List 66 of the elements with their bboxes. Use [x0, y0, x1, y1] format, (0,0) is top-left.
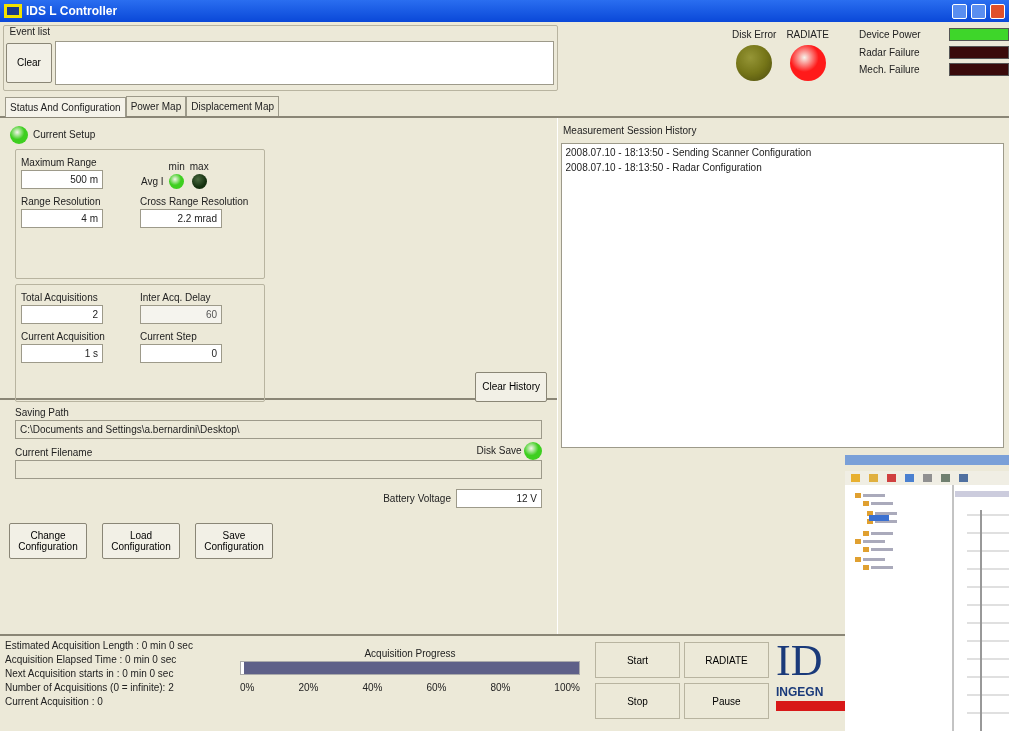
status-text: Current Acquisition : 0	[5, 694, 104, 709]
config-button[interactable]: Save Configuration	[195, 522, 273, 559]
status-text: Acquisition Elapsed Time : 0 min 0 sec	[5, 652, 178, 667]
led-label: min	[168, 159, 185, 174]
group-label: Event list	[9, 24, 51, 39]
field-label: Range Resolution	[21, 194, 102, 209]
window-title: IDS L Controller	[26, 3, 119, 20]
maximize-button[interactable]	[971, 3, 986, 19]
field-label: Cross Range Resolution	[140, 194, 250, 209]
tick-label: 100%	[554, 681, 580, 695]
setup-label: Current Setup	[33, 128, 96, 142]
status-text: Estimated Acquisition Length : 0 min 0 sec	[5, 638, 194, 653]
progress-label: Acquisition Progress	[363, 647, 457, 661]
field-label: Current Acquisition	[21, 329, 106, 344]
value-field[interactable]: 0	[140, 343, 222, 363]
led-label: max	[189, 159, 209, 174]
logo-text: ID	[776, 638, 824, 683]
tick-label: 60%	[426, 681, 447, 695]
value-field[interactable]: 500 m	[21, 169, 103, 189]
avg-label: Avg I	[141, 174, 164, 189]
logo-bar	[776, 700, 846, 711]
value-field[interactable]: 4 m	[21, 208, 103, 228]
tick-label: 20%	[298, 681, 319, 695]
value-field[interactable]: 2.2 mrad	[140, 208, 222, 228]
app-icon	[4, 4, 22, 18]
close-button[interactable]	[990, 3, 1005, 19]
field-label: Inter Acq. Delay	[140, 290, 212, 305]
tick-label: 40%	[362, 681, 383, 695]
clear-button[interactable]: Clear	[6, 42, 52, 83]
action-button[interactable]: Start	[595, 642, 680, 678]
field-label: Current Step	[140, 329, 198, 344]
value-field[interactable]: 2	[21, 304, 103, 324]
status-text: Number of Acquisitions (0 = infinite): 2	[5, 680, 175, 695]
tick-label: 80%	[490, 681, 511, 695]
event-list-field[interactable]	[54, 40, 554, 85]
led-label: Disk Save	[476, 444, 522, 458]
action-button[interactable]: Stop	[595, 683, 680, 719]
field-label: Battery Voltage	[383, 491, 451, 506]
status-label: Mech. Failure	[859, 63, 920, 77]
path-field[interactable]: C:\Documents and Settings\a.bernardini\Desktop\	[15, 420, 542, 439]
group-label: Measurement Session History	[563, 124, 698, 138]
lamp-label: RADIATE	[786, 28, 829, 42]
logo-subtitle: INGEGN	[776, 683, 825, 701]
clear-history-button[interactable]: Clear History	[475, 371, 547, 402]
field-label: Total Acquisitions	[21, 290, 99, 305]
tab[interactable]: Status And Configuration	[5, 97, 126, 117]
tab[interactable]: Displacement Map	[186, 96, 280, 116]
tick-label: 0%	[240, 681, 255, 695]
value-field[interactable]: 12 V	[456, 488, 542, 508]
field-label: Saving Path	[15, 406, 70, 420]
config-button[interactable]: Load Configuration	[102, 522, 180, 559]
action-button[interactable]: RADIATE	[684, 642, 769, 678]
status-label: Radar Failure	[859, 45, 920, 60]
status-label: Device Power	[859, 28, 921, 42]
lamp-label: Disk Error	[731, 28, 777, 42]
log-line: 2008.07.10 - 18:13:50 - Sending Scanner Configuration	[565, 146, 813, 160]
field-label: Current Filename	[15, 445, 93, 460]
filename-field[interactable]	[15, 459, 542, 479]
value-field[interactable]: 1 s	[21, 343, 103, 363]
minimize-button[interactable]	[952, 3, 967, 19]
config-button[interactable]: Change Configuration	[9, 522, 87, 559]
field-label: Maximum Range	[21, 155, 98, 170]
log-line: 2008.07.10 - 18:13:50 - Radar Configuration	[565, 161, 763, 175]
tab[interactable]: Power Map	[125, 96, 187, 116]
action-button[interactable]: Pause	[684, 683, 769, 719]
status-text: Next Acquisition starts in : 0 min 0 sec	[5, 666, 175, 681]
